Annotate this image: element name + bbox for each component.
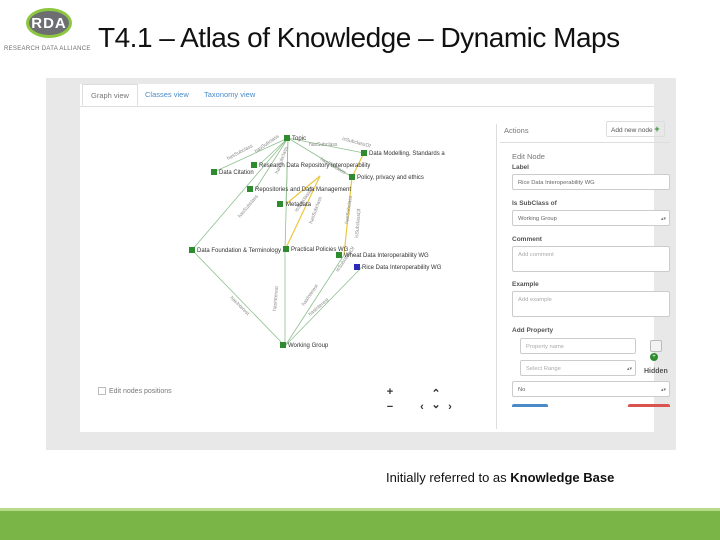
property-name-input[interactable]: Property name bbox=[520, 338, 636, 354]
edit-positions-checkbox[interactable] bbox=[98, 387, 106, 395]
graph-svg: hasSubclass hasSubclass hasSubclass hasS… bbox=[189, 133, 445, 349]
graph-node[interactable] bbox=[247, 186, 253, 192]
graph-node[interactable] bbox=[336, 252, 342, 258]
hidden-select-value: No bbox=[518, 387, 526, 393]
edit-node-heading: Edit Node bbox=[512, 152, 545, 161]
edge-label: isSubclassOf bbox=[354, 208, 363, 238]
example-textarea[interactable]: Add example bbox=[512, 291, 670, 317]
subclass-field-label: Is SubClass of bbox=[512, 200, 557, 207]
edge-label: hasInterest bbox=[272, 285, 280, 311]
app-window: Graph view Classes view Taxonomy view ha… bbox=[80, 84, 670, 432]
edge-label: hasSubclass bbox=[308, 196, 324, 225]
label-field-label: Label bbox=[512, 164, 529, 171]
edge-label: hasSubclass bbox=[344, 195, 354, 224]
add-property-icon[interactable]: + bbox=[650, 353, 658, 361]
edge-label: hasSubclass bbox=[237, 193, 260, 219]
node-label: Working Group bbox=[288, 343, 329, 349]
graph-node-selected[interactable] bbox=[354, 264, 360, 270]
hidden-checkbox[interactable] bbox=[650, 340, 662, 352]
node-label: Data Foundation & Terminology bbox=[197, 248, 281, 254]
divider bbox=[500, 142, 670, 143]
pan-left-icon[interactable]: ‹ bbox=[416, 401, 428, 413]
graph-node[interactable] bbox=[349, 174, 355, 180]
tab-taxonomy-view[interactable]: Taxonomy view bbox=[196, 84, 263, 106]
comment-field-label: Comment bbox=[512, 236, 542, 243]
tab-graph-view[interactable]: Graph view bbox=[82, 84, 138, 106]
graph-canvas[interactable]: hasSubclass hasSubclass hasSubclass hasS… bbox=[80, 106, 500, 432]
graph-node[interactable] bbox=[211, 169, 217, 175]
add-property-label: Add Property bbox=[512, 327, 554, 334]
zoom-in-icon[interactable]: + bbox=[384, 386, 396, 398]
node-label: Wheat Data Interoperability WG bbox=[344, 253, 429, 259]
edge-label: isSubclassOf bbox=[341, 136, 371, 150]
rda-logo-mark: RDA bbox=[26, 8, 72, 38]
plus-icon: + bbox=[654, 124, 660, 134]
node-label: Research Data Repository Interoperabilit… bbox=[259, 163, 370, 169]
label-input[interactable]: Rice Data Interoperability WG bbox=[512, 174, 670, 190]
node-label: Data Citation bbox=[219, 170, 254, 176]
app-screenshot: Graph view Classes view Taxonomy view ha… bbox=[46, 78, 676, 450]
graph-node[interactable] bbox=[277, 201, 283, 207]
view-tabs: Graph view Classes view Taxonomy view bbox=[80, 84, 654, 107]
edit-form: Actions Add new node + Edit Node Label R… bbox=[500, 118, 670, 428]
edit-positions-toggle[interactable]: Edit nodes positions bbox=[98, 387, 172, 395]
subclass-select-value: Working Group bbox=[518, 216, 557, 222]
pan-down-icon[interactable]: ⌄ bbox=[430, 399, 442, 411]
graph-node[interactable] bbox=[283, 246, 289, 252]
graph-node[interactable] bbox=[251, 162, 257, 168]
node-label: Data Modelling, Standards a bbox=[369, 151, 445, 157]
pan-right-icon[interactable]: › bbox=[444, 401, 456, 413]
node-label: Rice Data Interoperability WG bbox=[362, 265, 442, 271]
add-node-label: Add new node bbox=[611, 127, 653, 134]
footnote: Initially referred to as Knowledge Base bbox=[386, 470, 614, 485]
hidden-select[interactable]: No ▴▾ bbox=[512, 381, 670, 397]
select-arrow-icon: ▴▾ bbox=[660, 387, 666, 393]
footer-bar bbox=[0, 511, 720, 540]
graph-node[interactable] bbox=[284, 135, 290, 141]
graph-node[interactable] bbox=[189, 247, 195, 253]
save-button[interactable] bbox=[512, 404, 548, 407]
tab-classes-view[interactable]: Classes view bbox=[137, 84, 197, 106]
graph-node[interactable] bbox=[361, 150, 367, 156]
actions-label: Actions bbox=[504, 126, 529, 135]
hidden-label: Hidden bbox=[644, 368, 668, 375]
rda-logo-subtitle: RESEARCH DATA ALLIANCE bbox=[4, 46, 91, 52]
edit-positions-label: Edit nodes positions bbox=[109, 387, 172, 395]
range-select-placeholder: Select Range bbox=[526, 366, 561, 372]
select-arrow-icon: ▴▾ bbox=[626, 366, 632, 372]
graph-node[interactable] bbox=[280, 342, 286, 348]
zoom-out-icon[interactable]: − bbox=[384, 401, 396, 413]
add-node-button[interactable]: Add new node + bbox=[606, 121, 665, 137]
slide-title: T4.1 – Atlas of Knowledge – Dynamic Maps bbox=[98, 22, 620, 53]
delete-button[interactable] bbox=[628, 404, 670, 407]
range-select[interactable]: Select Range ▴▾ bbox=[520, 360, 636, 376]
subclass-select[interactable]: Working Group ▴▾ bbox=[512, 210, 670, 226]
example-field-label: Example bbox=[512, 281, 539, 288]
select-arrow-icon: ▴▾ bbox=[660, 216, 666, 222]
edge-label: hasSubclass bbox=[309, 142, 338, 148]
footnote-text: Initially referred to as bbox=[386, 470, 511, 485]
node-label: Repositories and Data Management bbox=[255, 187, 351, 193]
rda-logo: RDA RESEARCH DATA ALLIANCE bbox=[4, 6, 91, 56]
comment-textarea[interactable]: Add comment bbox=[512, 246, 670, 272]
footnote-emphasis: Knowledge Base bbox=[510, 470, 615, 485]
edge-label: hasInterest bbox=[229, 295, 251, 317]
node-label: Topic bbox=[292, 136, 306, 142]
node-label: Metadata bbox=[286, 202, 312, 208]
node-label: Policy, privacy and ethics bbox=[357, 175, 424, 181]
edge-label: hasInterest bbox=[307, 297, 330, 318]
edge-label: hasSubclass bbox=[226, 143, 254, 162]
